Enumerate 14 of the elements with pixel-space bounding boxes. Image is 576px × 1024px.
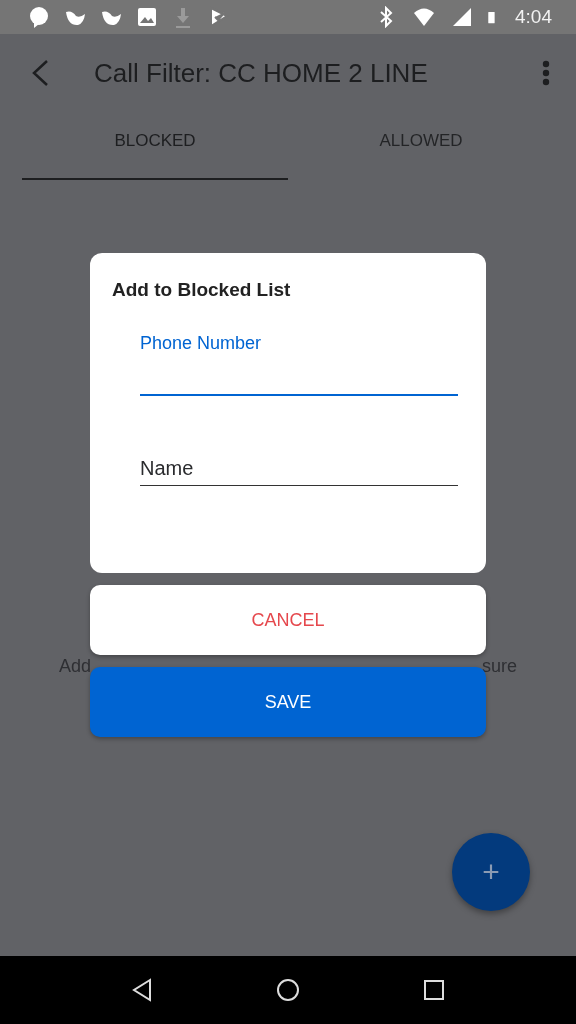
screen-title: Call Filter: CC HOME 2 LINE	[94, 57, 429, 89]
tab[interactable]: BLOCKED	[22, 112, 288, 180]
clock-time: 4:04	[515, 6, 552, 28]
image-icon	[136, 6, 158, 28]
signal-icon	[451, 6, 473, 28]
field-label: Phone Number	[140, 333, 263, 354]
add-button[interactable]: +	[452, 833, 530, 911]
save-button[interactable]: SAVE	[90, 667, 486, 737]
tab[interactable]: ALLOWED	[288, 112, 554, 180]
dialog-title: Add to Blocked List	[112, 279, 292, 301]
chat-icon	[28, 6, 50, 28]
input-field[interactable]: Name	[140, 452, 458, 486]
wifi-icon	[411, 6, 437, 28]
cancel-button[interactable]: CANCEL	[90, 585, 486, 655]
